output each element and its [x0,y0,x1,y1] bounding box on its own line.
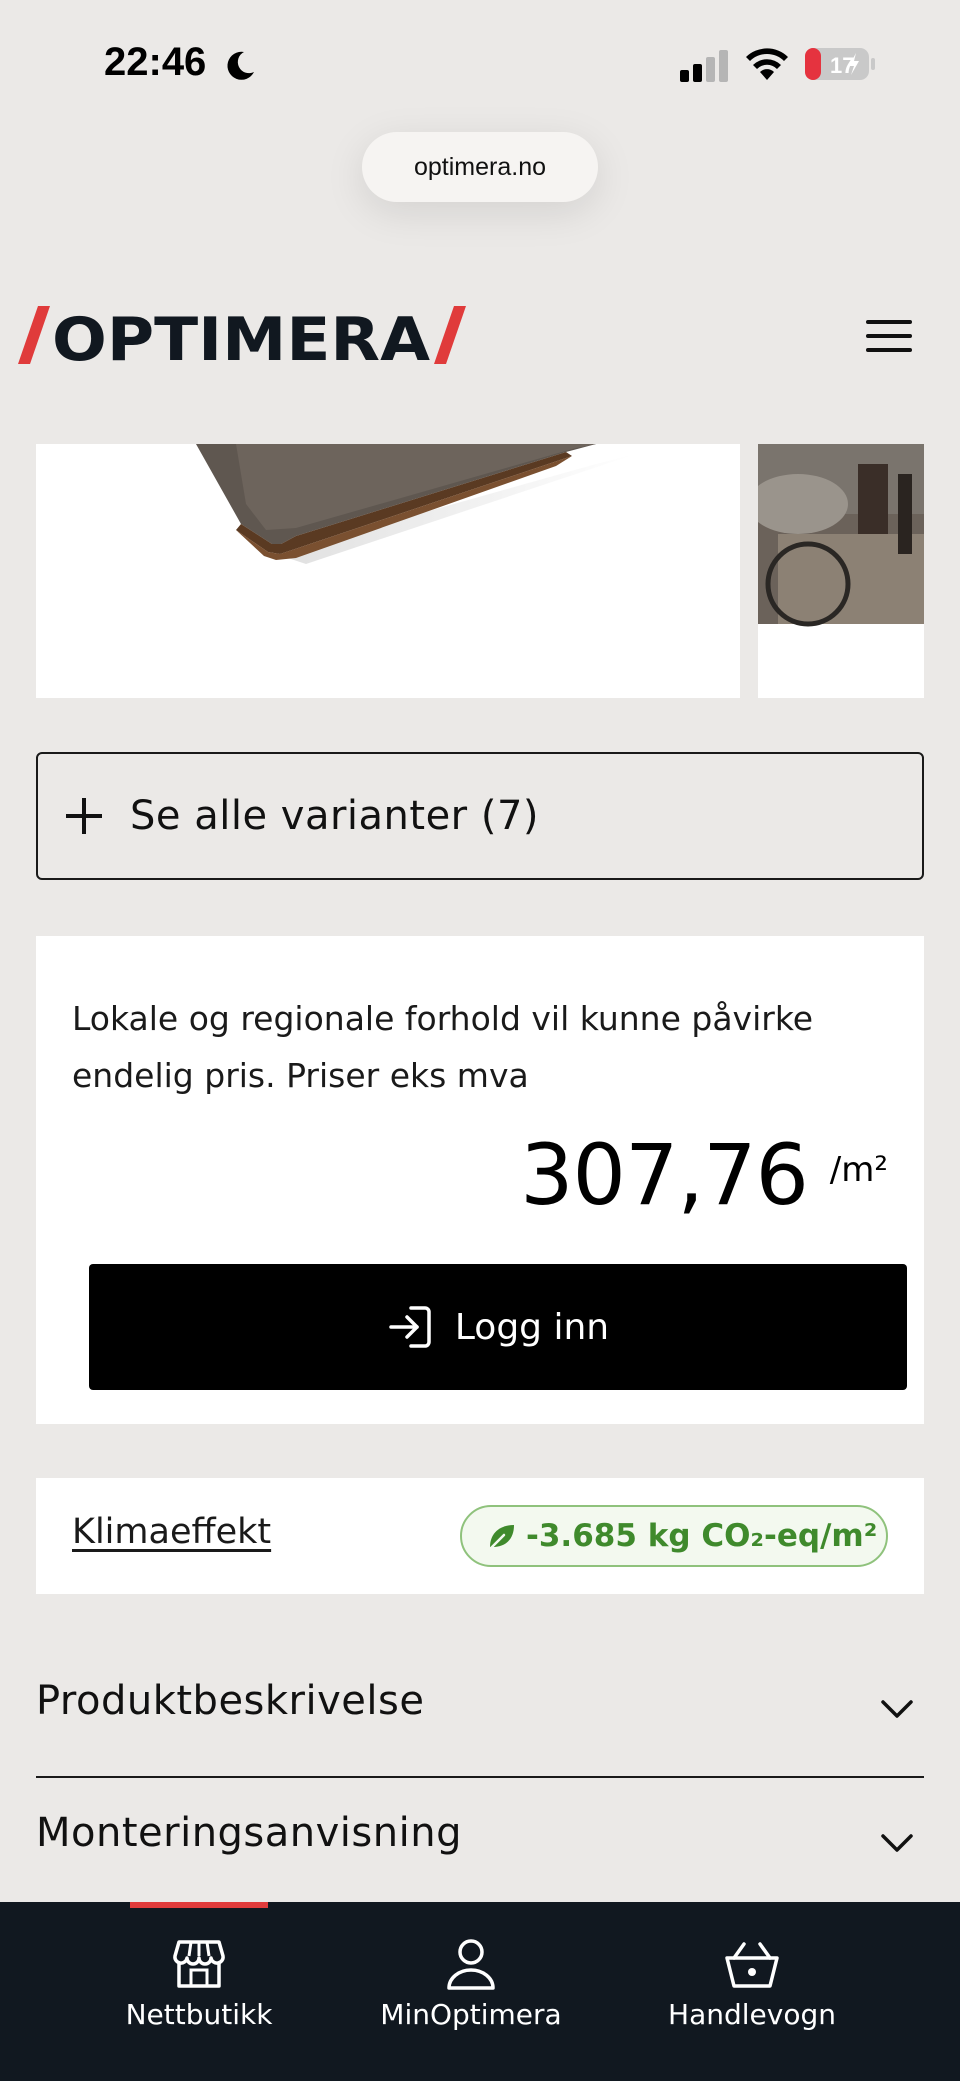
user-icon [447,1939,495,1990]
basket-icon [725,1942,779,1988]
bottom-navigation: Nettbutikk MinOptimera Handlevogn [0,1902,960,2081]
product-photo [196,444,636,564]
logo-mark: OPTIMERA [18,305,466,375]
active-tab-indicator [130,1902,268,1908]
nav-label: MinOptimera [380,1998,562,2031]
climate-effect-link[interactable]: Klimaeffekt [72,1512,271,1552]
climate-badge: -3.685 kg CO₂-eq/m² [460,1505,888,1567]
status-time: 22:46 [104,40,207,84]
variants-label: Se alle varianter (7) [130,793,539,839]
login-label: Logg inn [454,1306,610,1348]
price-disclaimer: Lokale og regionale forhold vil kunne på… [72,999,814,1095]
store-icon [173,1940,225,1988]
installation-photo [758,444,924,627]
climate-badge-text: -3.685 kg CO₂-eq/m² [526,1518,878,1554]
cellular-signal-icon [680,50,728,82]
accordion-installation-guide[interactable]: Monteringsanvisning [36,1800,924,1880]
leaf-icon [488,1525,514,1551]
optimera-logo[interactable]: OPTIMERA [18,305,466,375]
battery-indicator: 17 [804,46,876,82]
url-text: optimera.no [413,152,547,181]
nav-item-nettbutikk[interactable]: Nettbutikk [99,1936,299,2046]
accordion-title: Produktbeskrivelse [36,1678,425,1724]
chevron-down-icon [881,1834,913,1852]
logo-text: OPTIMERA [52,306,431,368]
status-bar: 22:46 17 [0,0,960,130]
product-image[interactable] [36,444,740,698]
login-icon [389,1306,431,1348]
nav-item-minoptimera[interactable]: MinOptimera [371,1936,571,2046]
climate-card: Klimaeffekt -3.685 kg CO₂-eq/m² [36,1478,924,1594]
accordion-title: Monteringsanvisning [36,1810,462,1856]
product-thumbnail[interactable] [758,444,924,698]
price-unit: /m² [829,1150,888,1190]
browser-url-bar[interactable]: optimera.no [362,132,598,202]
wifi-icon [746,48,788,80]
price-value: 307,76 [520,1126,809,1224]
price-card: Lokale og regionale forhold vil kunne på… [36,936,924,1424]
nav-item-handlevogn[interactable]: Handlevogn [652,1936,852,2046]
nav-label: Handlevogn [668,1998,836,2031]
login-button[interactable]: Logg inn [89,1264,907,1390]
see-all-variants-button[interactable]: Se alle varianter (7) [36,752,924,880]
hamburger-menu-icon[interactable] [866,318,912,354]
nav-label: Nettbutikk [125,1998,273,2031]
accordion-product-description[interactable]: Produktbeskrivelse [36,1668,924,1748]
moon-icon [227,51,254,80]
battery-icon: 17 [805,48,875,80]
plus-icon [66,798,102,834]
accordion-divider [36,1776,924,1778]
chevron-down-icon [881,1700,913,1718]
